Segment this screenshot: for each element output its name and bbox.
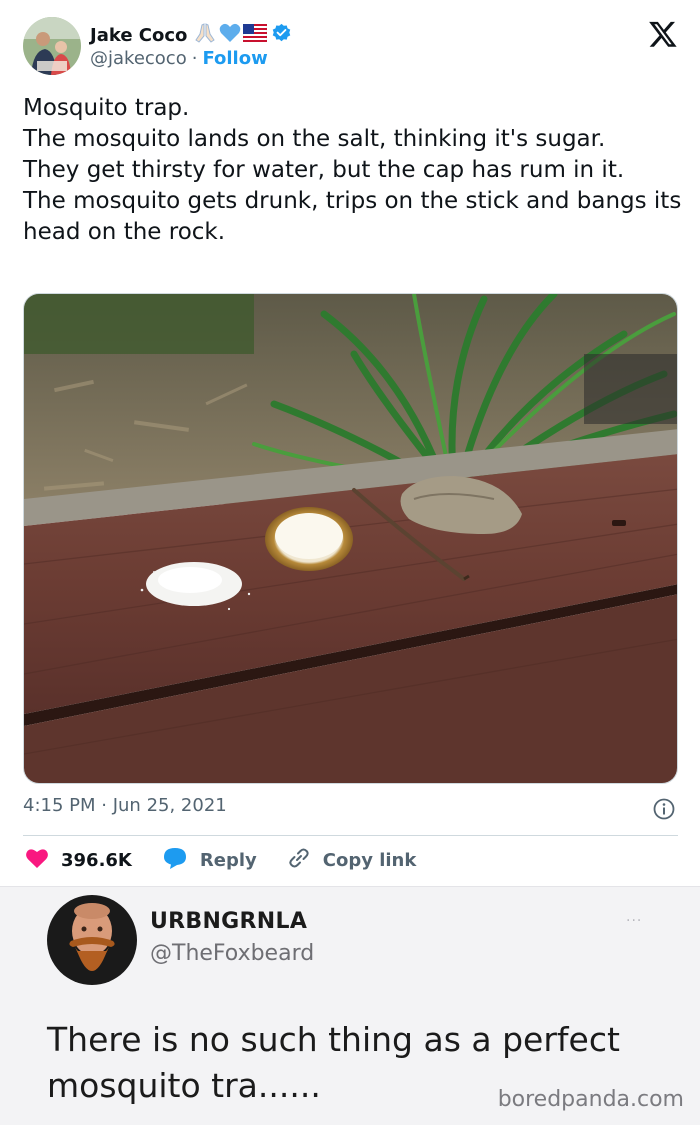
reply-button[interactable]: Reply — [162, 846, 257, 875]
heart-icon — [25, 847, 49, 874]
x-logo-icon[interactable] — [648, 19, 678, 49]
like-count: 396.6K — [61, 849, 132, 871]
link-icon — [287, 846, 311, 875]
tweet-line: The mosquito lands on the salt, thinking… — [23, 126, 606, 152]
follow-link[interactable]: Follow — [202, 48, 267, 69]
reply-author-handle[interactable]: @TheFoxbeard — [150, 941, 314, 966]
author-name[interactable]: Jake Coco — [90, 25, 187, 46]
handle-separator: · — [191, 48, 198, 69]
reply-card: URBNGRNLA @TheFoxbeard ... There is no s… — [0, 886, 700, 1125]
tweet-line: Mosquito trap. — [23, 95, 190, 121]
reply-label: Reply — [199, 849, 257, 871]
blue-heart-icon — [219, 23, 241, 47]
tweet-time: 4:15 PM — [23, 795, 96, 816]
verified-badge-icon — [271, 23, 292, 48]
tweet-date: Jun 25, 2021 — [112, 795, 227, 816]
divider — [23, 835, 678, 836]
copy-link-button[interactable]: Copy link — [287, 846, 417, 875]
tweet-card: Jake Coco @jakecoco · Follow Mosquito tr… — [0, 0, 700, 886]
author-handle-row: @jakecoco · Follow — [90, 48, 268, 69]
tweet-line: They get thirsty for water, but the cap … — [23, 157, 625, 183]
tweet-photo[interactable] — [23, 293, 678, 784]
praying-hands-icon — [193, 22, 217, 48]
tweet-actions: 396.6K Reply Copy link — [25, 846, 446, 874]
tweet-timestamp[interactable]: 4:15 PM · Jun 25, 2021 — [23, 795, 227, 816]
author-handle[interactable]: @jakecoco — [90, 48, 187, 69]
reply-bubble-icon — [162, 846, 188, 875]
author-avatar[interactable] — [23, 17, 81, 75]
reply-avatar[interactable] — [47, 895, 137, 985]
more-options-icon[interactable]: ... — [626, 909, 642, 925]
us-flag-icon — [243, 23, 268, 46]
author-name-row: Jake Coco — [90, 22, 292, 48]
tweet-text: Mosquito trap. The mosquito lands on the… — [23, 93, 683, 248]
reply-author-name[interactable]: URBNGRNLA — [150, 909, 307, 934]
watermark-text: boredpanda.com — [497, 1087, 684, 1112]
tweet-line: The mosquito gets drunk, trips on the st… — [23, 188, 682, 245]
copy-link-label: Copy link — [322, 849, 417, 871]
info-icon[interactable] — [652, 797, 676, 821]
like-button[interactable]: 396.6K — [25, 847, 132, 874]
